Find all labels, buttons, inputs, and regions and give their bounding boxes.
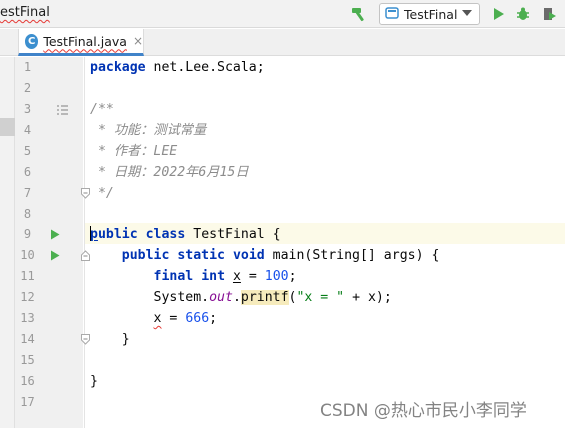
line-number: 13 [20, 311, 35, 325]
keyword: int [201, 269, 226, 284]
comment[interactable]: */ [90, 183, 114, 204]
code-line: 8 [0, 204, 565, 225]
keyword: public [121, 248, 170, 263]
class-name: System. [153, 290, 210, 305]
main-toolbar: estFinal TestFinal [0, 0, 565, 28]
hammer-icon[interactable] [349, 4, 369, 24]
line-number: 4 [23, 123, 32, 137]
code-line: 4 * 功能：测试常量 [0, 120, 565, 141]
line-number: 2 [23, 81, 32, 95]
line-number: 15 [20, 353, 35, 367]
tab-testfinal-java[interactable]: C TestFinal.java × [18, 29, 144, 56]
run-config-label: TestFinal [404, 6, 458, 22]
number-literal: 100 [264, 269, 289, 284]
method-name: printf [240, 290, 289, 305]
code-line: 3 /** [0, 99, 565, 120]
run-icon[interactable] [488, 4, 508, 24]
code-line: 12 System.out.printf("x = " + x); [0, 287, 565, 308]
variable: x [232, 269, 241, 284]
doc-render-icon[interactable] [55, 99, 69, 120]
tab-label: TestFinal.java [43, 33, 127, 49]
line-number: 1 [23, 60, 32, 74]
code-line: 5 * 作者：LEE [0, 141, 565, 162]
closing-brace[interactable]: } [90, 329, 130, 350]
code-line: 13 x = 666; [0, 308, 565, 329]
code-line: 10 public static void main(String[] args… [0, 245, 565, 266]
code-line: 14 } [0, 329, 565, 350]
code-line: 2 [0, 78, 565, 99]
code-line: 9 public class TestFinal { [0, 224, 565, 245]
code-fragment: ; [209, 311, 218, 326]
comment[interactable]: * 作者：LEE [90, 141, 177, 162]
code-line: 7 */ [0, 183, 565, 204]
line-number: 3 [23, 102, 32, 116]
line-number: 14 [20, 332, 35, 346]
code-fragment: TestFinal { [185, 227, 281, 242]
keyword: package [90, 60, 146, 75]
code-fragment: + x); [344, 290, 392, 305]
code-text[interactable]: System.out.printf("x = " + x); [90, 287, 392, 308]
code-fragment: = [240, 269, 265, 284]
code-fragment: main(String[] args) { [264, 248, 440, 263]
line-number: 12 [20, 290, 35, 304]
gutter-run-icon[interactable] [48, 224, 62, 245]
code-text[interactable]: package net.Lee.Scala; [90, 57, 265, 78]
number-literal: 666 [185, 311, 210, 326]
code-line: 11 final int x = 100; [0, 266, 565, 287]
java-class-icon: C [25, 33, 39, 49]
gutter-run-icon[interactable] [48, 245, 62, 266]
code-fragment: ; [288, 269, 297, 284]
comment[interactable]: * 功能：测试常量 [90, 120, 206, 141]
comment[interactable]: /** [90, 99, 114, 120]
close-icon[interactable]: × [133, 34, 143, 48]
keyword: ublic [97, 227, 138, 242]
line-number: 11 [20, 269, 35, 283]
keyword: final [153, 269, 194, 284]
code-line: 6 * 日期：2022年6月15日 [0, 162, 565, 183]
line-number: 16 [20, 374, 35, 388]
code-fragment: . [232, 290, 241, 305]
code-line: 1 package net.Lee.Scala; [0, 57, 565, 78]
line-number: 8 [23, 207, 32, 221]
code-fragment [138, 227, 146, 242]
line-number: 17 [20, 395, 35, 409]
watermark: CSDN @热心市民小李同学 [320, 401, 527, 421]
keyword: void [232, 248, 265, 263]
line-number: 10 [20, 248, 35, 262]
keyword: class [145, 227, 186, 242]
comment[interactable]: * 日期：2022年6月15日 [90, 162, 249, 183]
code-text[interactable]: final int x = 100; [90, 266, 297, 287]
static-field: out [209, 290, 233, 305]
code-text[interactable]: x = 666; [90, 308, 218, 329]
chevron-down-icon [462, 10, 472, 16]
code-text[interactable]: public static void main(String[] args) { [90, 245, 440, 266]
coverage-icon[interactable] [539, 4, 559, 24]
code-text[interactable]: public class TestFinal { [90, 224, 281, 245]
code-line: 15 [0, 350, 565, 371]
closing-brace[interactable]: } [90, 371, 98, 392]
line-number: 5 [23, 144, 32, 158]
line-number: 6 [23, 165, 32, 179]
line-number: 7 [23, 186, 32, 200]
project-title: estFinal [0, 5, 50, 20]
editor-tab-strip: C TestFinal.java × [0, 29, 565, 56]
string-literal: "x = " [296, 290, 345, 305]
code-fragment: net.Lee.Scala; [145, 60, 265, 75]
run-config-icon [385, 5, 399, 24]
line-number: 9 [23, 227, 32, 241]
code-line: 16 } [0, 371, 565, 392]
keyword: p [90, 227, 98, 242]
debug-icon[interactable] [513, 4, 533, 24]
code-fragment: = [161, 311, 186, 326]
run-config-selector[interactable]: TestFinal [379, 3, 480, 25]
keyword: static [177, 248, 225, 263]
